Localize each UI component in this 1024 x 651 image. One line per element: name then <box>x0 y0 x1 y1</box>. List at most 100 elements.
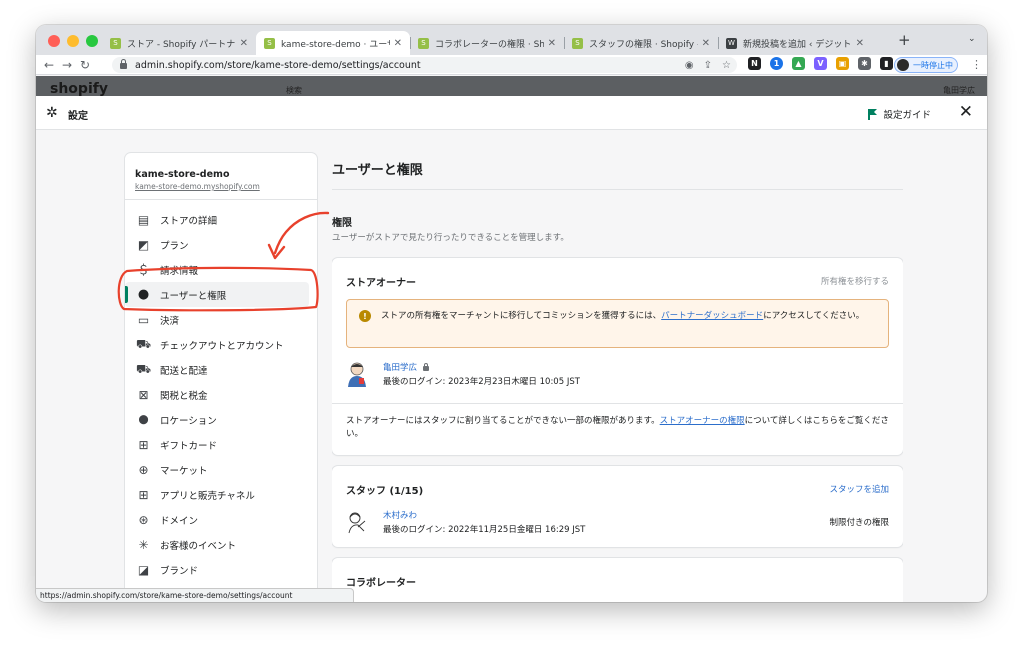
browser-tab[interactable]: S ストア - Shopify パートナー ✕ <box>102 31 256 55</box>
sidebar-item-label: ストアの詳細 <box>160 215 218 227</box>
sidebar-item[interactable]: ▭ 決済 <box>125 307 317 332</box>
add-staff-button[interactable]: スタッフを追加 <box>829 483 889 495</box>
sidebar-item[interactable]: ▤ ストアの詳細 <box>125 207 317 232</box>
share-icon[interactable]: ⇪ <box>704 60 712 71</box>
banner-text-part: にアクセスしてください。 <box>763 311 865 321</box>
user-icon: ● <box>137 287 150 302</box>
setup-guide-button[interactable]: 設定ガイド <box>868 107 931 121</box>
bookmark-star-icon[interactable]: ☆ <box>722 60 731 71</box>
close-icon[interactable]: ✕ <box>959 102 973 122</box>
sidebar-item-label: ギフトカード <box>160 440 218 452</box>
sidebar-item[interactable]: ✳ お客様のイベント <box>125 532 317 557</box>
staff-row: 木村みわ 最後のログイン: 2022年11月25日金曜日 16:29 JST 制… <box>346 509 889 539</box>
section-title: 権限 <box>332 218 352 229</box>
view-icon[interactable]: ◉ <box>685 60 694 71</box>
more-menu-icon[interactable]: ⋮ <box>971 58 982 71</box>
browser-tab-active[interactable]: S kame-store-demo · ユーザーと権 ✕ <box>256 31 410 55</box>
sidebar-item-label: ロケーション <box>160 415 217 427</box>
tab-close-icon[interactable]: ✕ <box>394 38 402 49</box>
collaborators-card: コラボレーター <box>332 558 903 602</box>
sidebar-item[interactable]: ⛟ 配送と配達 <box>125 357 317 382</box>
divider <box>125 199 317 200</box>
owner-permissions-link[interactable]: ストアオーナーの権限 <box>660 416 745 426</box>
browser-tab[interactable]: S コラボレーターの権限 · Shopify ヘ ✕ <box>410 31 564 55</box>
extensions: N 1 ▲ V ▣ ✱ ▮ <box>748 57 893 70</box>
store-url-link[interactable]: kame-store-demo.myshopify.com <box>135 182 260 191</box>
flag-icon <box>868 109 877 120</box>
tab-close-icon[interactable]: ✕ <box>548 38 556 49</box>
sidebar-item[interactable]: ● ユーザーと権限 <box>125 282 309 307</box>
sidebar-item[interactable]: ⊞ アプリと販売チャネル <box>125 482 317 507</box>
warning-icon: ! <box>359 310 371 322</box>
sidebar-item-label: ユーザーと権限 <box>160 290 227 302</box>
staff-name-link[interactable]: 木村みわ <box>383 509 417 521</box>
brand-icon: ◪ <box>137 562 150 577</box>
tab-search-chevron-icon[interactable]: ⌄ <box>968 34 976 44</box>
staff-last-login: 最後のログイン: 2022年11月25日金曜日 16:29 JST <box>383 525 586 535</box>
extension-n-icon[interactable]: N <box>748 57 761 70</box>
owner-note: ストアオーナーにはスタッフに割り当てることができない一部の権限があります。ストア… <box>346 415 889 441</box>
minimize-window-button[interactable] <box>67 35 79 47</box>
warning-banner: ! ストアの所有権をマーチャントに移行してコミッションを獲得するには、パートナー… <box>346 299 889 348</box>
transfer-ownership-button[interactable]: 所有権を移行する <box>821 275 889 287</box>
profile-pause-chip[interactable]: 一時停止中 <box>894 57 958 73</box>
sidebar-item[interactable]: ◩ プラン <box>125 232 317 257</box>
sidebar-item[interactable]: ⛟ チェックアウトとアカウント <box>125 332 317 357</box>
sidebar-toggle-icon[interactable]: ▮ <box>880 57 893 70</box>
main-content: ユーザーと権限 権限 ユーザーがストアで見たり行ったりできることを管理します。 … <box>332 153 903 602</box>
shopify-logo: shopify <box>50 81 108 96</box>
settings-header: ✲ 設定 設定ガイド ✕ <box>36 96 987 130</box>
sidebar-item[interactable]: ＄ 請求情報 <box>125 257 317 282</box>
cart-icon: ⛟ <box>135 336 152 351</box>
sidebar-item-label: 配送と配達 <box>160 365 208 377</box>
profile-avatar <box>897 59 909 71</box>
sidebar-item-label: ブランド <box>160 565 199 577</box>
tab-close-icon[interactable]: ✕ <box>240 38 248 49</box>
tab-title: 新規投稿を追加 ‹ デジット — Wo <box>743 39 852 50</box>
shopify-favicon-icon: S <box>264 37 275 49</box>
sidebar-item[interactable]: ⊞ ギフトカード <box>125 432 317 457</box>
back-arrow-icon[interactable]: ← <box>40 58 58 72</box>
sidebar-item[interactable]: ⬤ ロケーション <box>125 407 317 432</box>
maximize-window-button[interactable] <box>86 35 98 47</box>
extension-1password-icon[interactable]: 1 <box>770 57 783 70</box>
domain-icon: ⊛ <box>138 512 149 527</box>
settings-title: 設定 <box>68 111 88 122</box>
shopify-favicon-icon: S <box>110 37 121 49</box>
owner-last-login: 最後のログイン: 2023年2月23日木曜日 10:05 JST <box>383 377 580 387</box>
staff-avatar <box>348 512 366 534</box>
lock-icon <box>423 362 430 371</box>
address-bar[interactable]: admin.shopify.com/store/kame-store-demo/… <box>112 57 737 73</box>
tab-close-icon[interactable]: ✕ <box>856 38 864 49</box>
browser-tab[interactable]: S スタッフの権限 · Shopify ヘルプセ ✕ <box>564 31 718 55</box>
tab-title: コラボレーターの権限 · Shopify ヘ <box>435 39 544 50</box>
close-window-button[interactable] <box>48 35 60 47</box>
lock-icon <box>120 59 127 69</box>
note-text-part: ストアオーナーにはスタッフに割り当てることができない一部の権限があります。 <box>346 416 660 426</box>
sidebar-item-label: マーケット <box>160 465 208 477</box>
extension-v-icon[interactable]: V <box>814 57 827 70</box>
sidebar-item[interactable]: ◪ ブランド <box>125 557 317 582</box>
store-owner-card: ストアオーナー 所有権を移行する ! ストアの所有権をマーチャントに移行してコミ… <box>332 258 903 455</box>
browser-window: S ストア - Shopify パートナー ✕ S kame-store-dem… <box>36 25 987 602</box>
partner-dashboard-link[interactable]: パートナーダッシュボード <box>661 311 763 321</box>
extension-image-icon[interactable]: ▣ <box>836 57 849 70</box>
store-icon: ▤ <box>137 212 150 227</box>
sidebar-item[interactable]: ⊛ ドメイン <box>125 507 317 532</box>
google-drive-icon[interactable]: ▲ <box>792 57 805 70</box>
window-controls <box>48 35 98 47</box>
globe-icon: ⊕ <box>138 462 149 477</box>
sidebar-item[interactable]: ⊕ マーケット <box>125 457 317 482</box>
tab-close-icon[interactable]: ✕ <box>702 38 710 49</box>
browser-tab[interactable]: W 新規投稿を追加 ‹ デジット — Wo ✕ <box>718 31 872 55</box>
sidebar-item[interactable]: ⊠ 関税と税金 <box>125 382 317 407</box>
new-tab-button[interactable]: + <box>898 31 911 49</box>
puzzle-icon[interactable]: ✱ <box>858 57 871 70</box>
forward-arrow-icon[interactable]: → <box>58 58 76 72</box>
sidebar-item-label: 請求情報 <box>160 265 199 277</box>
reload-icon[interactable]: ↻ <box>76 58 94 72</box>
owner-name-link[interactable]: 亀田学広 <box>383 361 430 373</box>
setup-guide-label: 設定ガイド <box>883 110 931 121</box>
store-name: kame-store-demo <box>135 169 230 180</box>
card-title: スタッフ (1/15) <box>346 486 424 497</box>
